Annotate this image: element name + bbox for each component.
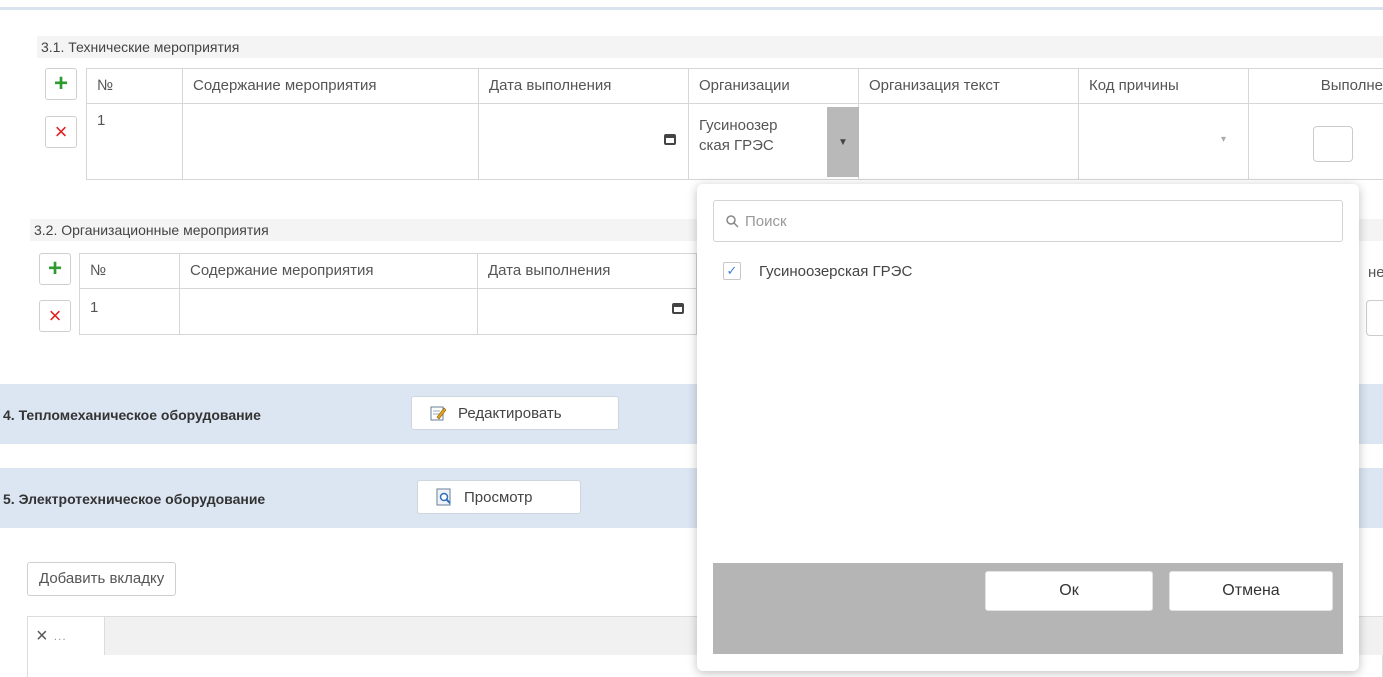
calendar-icon[interactable] bbox=[672, 303, 684, 314]
table-row: 1 Гусиноозер ская ГРЭС ▼ ▾ bbox=[86, 103, 1383, 180]
tab-label: ... bbox=[53, 629, 67, 643]
hidden-column-header: не bbox=[1368, 264, 1383, 281]
date-cell[interactable] bbox=[478, 103, 689, 180]
col-organizations[interactable]: Организации bbox=[688, 68, 859, 104]
col-date[interactable]: Дата выполнения bbox=[478, 68, 689, 104]
ok-button[interactable]: Ок bbox=[985, 571, 1153, 611]
table-row: 1 bbox=[79, 288, 697, 335]
top-border bbox=[0, 0, 1383, 10]
option-label: Гусиноозерская ГРЭС bbox=[759, 262, 913, 280]
add-row-button[interactable]: + bbox=[39, 253, 71, 285]
col-date[interactable]: Дата выполнения bbox=[477, 253, 697, 289]
plus-icon: + bbox=[53, 70, 68, 97]
organizations-dropdown-button[interactable]: ▼ bbox=[827, 107, 859, 177]
table-header-row: № Содержание мероприятия Дата выполнения… bbox=[86, 68, 1383, 104]
done-checkbox[interactable] bbox=[1366, 300, 1383, 336]
col-done[interactable]: Выполне bbox=[1248, 68, 1383, 104]
technical-measures-table: № Содержание мероприятия Дата выполнения… bbox=[86, 68, 1383, 180]
content-cell[interactable] bbox=[182, 103, 479, 180]
search-icon bbox=[726, 214, 739, 228]
section-4-title: 4. Тепломеханическое оборудование bbox=[3, 407, 261, 423]
row-number: 1 bbox=[86, 103, 183, 180]
done-checkbox[interactable] bbox=[1313, 126, 1353, 162]
search-field[interactable]: Поиск bbox=[713, 200, 1343, 242]
list-item[interactable]: ✓ Гусиноозерская ГРЭС bbox=[723, 262, 912, 280]
organizational-measures-table: № Содержание мероприятия Дата выполнения… bbox=[79, 253, 697, 335]
popup-footer: Ок Отмена bbox=[713, 563, 1343, 654]
search-placeholder: Поиск bbox=[745, 212, 787, 230]
edit-icon bbox=[430, 405, 447, 421]
col-number[interactable]: № bbox=[86, 68, 183, 104]
close-tab-icon[interactable]: × bbox=[36, 625, 48, 648]
cancel-button[interactable]: Отмена bbox=[1169, 571, 1333, 611]
col-reason-code[interactable]: Код причины bbox=[1078, 68, 1249, 104]
col-content[interactable]: Содержание мероприятия bbox=[179, 253, 478, 289]
edit-button[interactable]: Редактировать bbox=[411, 396, 619, 430]
content-cell[interactable] bbox=[179, 288, 478, 335]
col-content[interactable]: Содержание мероприятия bbox=[182, 68, 479, 104]
chevron-down-icon[interactable]: ▾ bbox=[1221, 134, 1226, 145]
option-checkbox[interactable]: ✓ bbox=[723, 262, 741, 280]
organizations-cell[interactable]: Гусиноозер ская ГРЭС ▼ bbox=[688, 103, 859, 180]
plus-icon: + bbox=[47, 255, 62, 282]
tab-item[interactable]: × ... bbox=[28, 617, 104, 655]
organizations-popup: Поиск ✓ Гусиноозерская ГРЭС Ок Отмена bbox=[697, 184, 1359, 671]
close-icon: × bbox=[54, 119, 68, 144]
reason-code-cell[interactable]: ▾ bbox=[1078, 103, 1249, 180]
calendar-icon[interactable] bbox=[664, 134, 676, 145]
delete-row-button[interactable]: × bbox=[39, 300, 71, 332]
edit-button-label: Редактировать bbox=[458, 404, 562, 422]
table-header-row: № Содержание мероприятия Дата выполнения bbox=[79, 253, 697, 289]
row-number: 1 bbox=[79, 288, 180, 335]
delete-row-button[interactable]: × bbox=[45, 116, 77, 148]
add-tab-button[interactable]: Добавить вкладку bbox=[27, 562, 177, 596]
view-button-label: Просмотр bbox=[464, 488, 533, 506]
organization-text-cell[interactable] bbox=[858, 103, 1079, 180]
view-button[interactable]: Просмотр bbox=[417, 480, 581, 514]
close-icon: × bbox=[48, 303, 62, 328]
col-organization-text[interactable]: Организация текст bbox=[858, 68, 1079, 104]
org-value-line2: ская ГРЭС bbox=[699, 137, 774, 154]
section-5-title: 5. Электротехническое оборудование bbox=[3, 491, 266, 507]
check-icon: ✓ bbox=[726, 263, 738, 278]
chevron-down-icon: ▼ bbox=[838, 136, 848, 148]
done-cell bbox=[1248, 103, 1383, 180]
section-3-1-title: 3.1. Технические мероприятия bbox=[37, 36, 1383, 58]
org-value-line1: Гусиноозер bbox=[699, 117, 778, 134]
date-cell[interactable] bbox=[477, 288, 697, 335]
col-number[interactable]: № bbox=[79, 253, 180, 289]
add-row-button[interactable]: + bbox=[45, 68, 77, 100]
view-icon bbox=[436, 488, 452, 506]
